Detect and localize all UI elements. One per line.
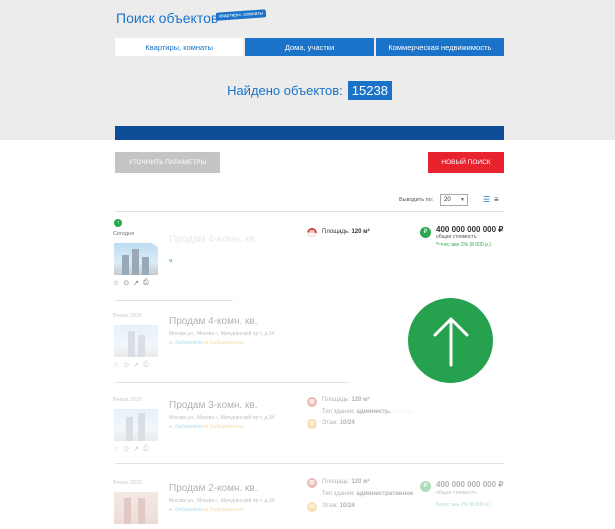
listing-metro: м. Бибирево/м м. Бабушкинская xyxy=(169,507,244,513)
per-page-value: 20 xyxy=(444,197,451,203)
listing-item[interactable]: Вчера 2020 Продам 2-комн. кв. Москва ул.… xyxy=(113,478,508,529)
tab-houses[interactable]: Дома, участки xyxy=(245,38,374,56)
listing-actions: ☆ ⊙ ↗ ⎙ xyxy=(113,445,149,453)
listing-photo[interactable] xyxy=(114,325,158,357)
share-icon[interactable]: ↗ xyxy=(133,445,139,453)
listing-price: 400 000 000 000 ₽ xyxy=(436,480,504,489)
arrow-up-icon[interactable]: ↑ xyxy=(114,219,122,227)
chevron-down-icon: ▼ xyxy=(460,197,465,203)
listing-area: Площадь: 120 м² xyxy=(322,397,370,403)
listing-area: Площадь: 120 м² xyxy=(322,479,370,485)
floor-icon: ▤ xyxy=(307,502,317,512)
area-icon: ▦ xyxy=(307,397,317,407)
floor-icon: ▤ xyxy=(307,419,317,429)
listing-photo[interactable] xyxy=(114,243,158,275)
new-search-button[interactable]: НОВЫЙ ПОИСК xyxy=(428,152,504,173)
found-summary: Найдено объектов: 15238 xyxy=(115,81,504,100)
listing-photo[interactable] xyxy=(114,409,158,441)
listing-title[interactable]: Продам 4-комн. кв. xyxy=(169,234,258,245)
listing-price-caption: общая стоимость xyxy=(436,490,477,496)
scroll-to-top-button[interactable] xyxy=(408,298,493,383)
listing-address: Москва ул., Москва г., Мичуринский пр-т,… xyxy=(169,331,275,337)
print-icon[interactable]: ⎙ xyxy=(143,445,149,453)
listing-photo[interactable] xyxy=(114,492,158,524)
listing-date: Вчера 2020 xyxy=(113,480,143,486)
per-page-label: Выводить по: xyxy=(399,197,434,203)
listing-title[interactable]: Продам 4-комн. кв. xyxy=(169,316,258,327)
listing-date: Сегодня xyxy=(113,231,135,237)
area-icon: ▦ xyxy=(307,478,317,488)
price-icon: ₽ xyxy=(420,481,431,492)
found-label: Найдено объектов: xyxy=(227,83,343,98)
star-icon[interactable]: ☆ xyxy=(113,445,119,453)
listing-price: 400 000 000 000 ₽ xyxy=(436,225,504,234)
row-divider xyxy=(115,211,504,212)
arrow-up-icon xyxy=(433,317,468,366)
listing-actions: ☆ ⊙ ↗ ⎙ xyxy=(113,279,149,287)
listing-metro: м. Бибирево/м м. Бабушкинская xyxy=(169,424,244,430)
star-icon[interactable]: ☆ xyxy=(113,361,119,369)
listing-building-type: Тип здания: административное xyxy=(322,409,414,415)
listing-area: Площадь: 120 м² xyxy=(322,229,370,235)
listing-metro: м. Бибирево/м м. Бабушкинская xyxy=(169,340,244,346)
share-icon[interactable]: ↗ xyxy=(133,279,139,287)
listing-address: Москва ул., Москва г., Мичуринский пр-т,… xyxy=(169,498,275,504)
share-icon[interactable]: ↗ xyxy=(133,361,139,369)
listing-floor: Этаж: 10/24 xyxy=(322,503,355,509)
refine-parameters-button[interactable]: УТОЧНИТЬ ПАРАМЕТРЫ xyxy=(115,152,220,173)
print-icon[interactable]: ⎙ xyxy=(143,279,149,287)
compare-icon[interactable]: ⊙ xyxy=(123,361,129,369)
area-icon: ▦ xyxy=(307,228,317,238)
print-icon[interactable]: ⎙ xyxy=(143,361,149,369)
page-title: Поиск объектов xyxy=(116,10,219,26)
listing-building-type: Тип здания: административное xyxy=(322,491,414,497)
price-icon: ₽ xyxy=(420,227,431,238)
listing-item[interactable]: Вчера 2020 ☆ ⊙ ↗ ⎙ Продам 3-комн. кв. Мо… xyxy=(113,397,508,457)
compact-view-icon[interactable]: ≡ xyxy=(494,196,502,204)
search-panel: Найдено объектов: 15238 xyxy=(115,56,504,126)
listing-title[interactable]: Продам 2-комн. кв. xyxy=(169,483,258,494)
listing-title[interactable]: Продам 3-комн. кв. xyxy=(169,400,258,411)
compare-icon[interactable]: ⊙ xyxy=(123,279,129,287)
tab-commercial[interactable]: Коммерческая недвижимость xyxy=(375,38,504,56)
listing-actions: ☆ ⊙ ↗ ⎙ xyxy=(113,361,149,369)
listing-date: Вчера 2020 xyxy=(113,397,143,403)
compare-icon[interactable]: ⊙ xyxy=(123,445,129,453)
listing-price-caption: общая стоимость xyxy=(436,234,477,240)
listing-bonus: Бонус аин 2% (8 000 р.) xyxy=(436,502,491,508)
list-view-icon[interactable]: ☰ xyxy=(483,196,491,204)
found-count: 15238 xyxy=(347,81,392,100)
listing-address: Москва ул., Москва г., Мичуринский пр-т,… xyxy=(169,415,275,421)
listing-floor: Этаж: 10/24 xyxy=(322,420,355,426)
row-divider xyxy=(115,463,504,464)
listing-metro: м xyxy=(169,258,173,264)
listing-bonus: Бонус аин 2% (8 000 р.) xyxy=(436,242,491,248)
tab-apartments[interactable]: Квартиры, комнаты xyxy=(115,38,244,56)
listing-date: Вчера 2020 xyxy=(113,313,143,319)
panel-footer-bar xyxy=(115,126,504,140)
search-tabs: Квартиры, комнаты Дома, участки Коммерче… xyxy=(115,38,504,56)
per-page-select[interactable]: 20 ▼ xyxy=(440,194,468,206)
listing-item[interactable]: Сегодня ☆ ⊙ ↗ ⎙ Продам 4-комн. кв. м ▦ П… xyxy=(113,225,508,291)
star-icon[interactable]: ☆ xyxy=(113,279,119,287)
